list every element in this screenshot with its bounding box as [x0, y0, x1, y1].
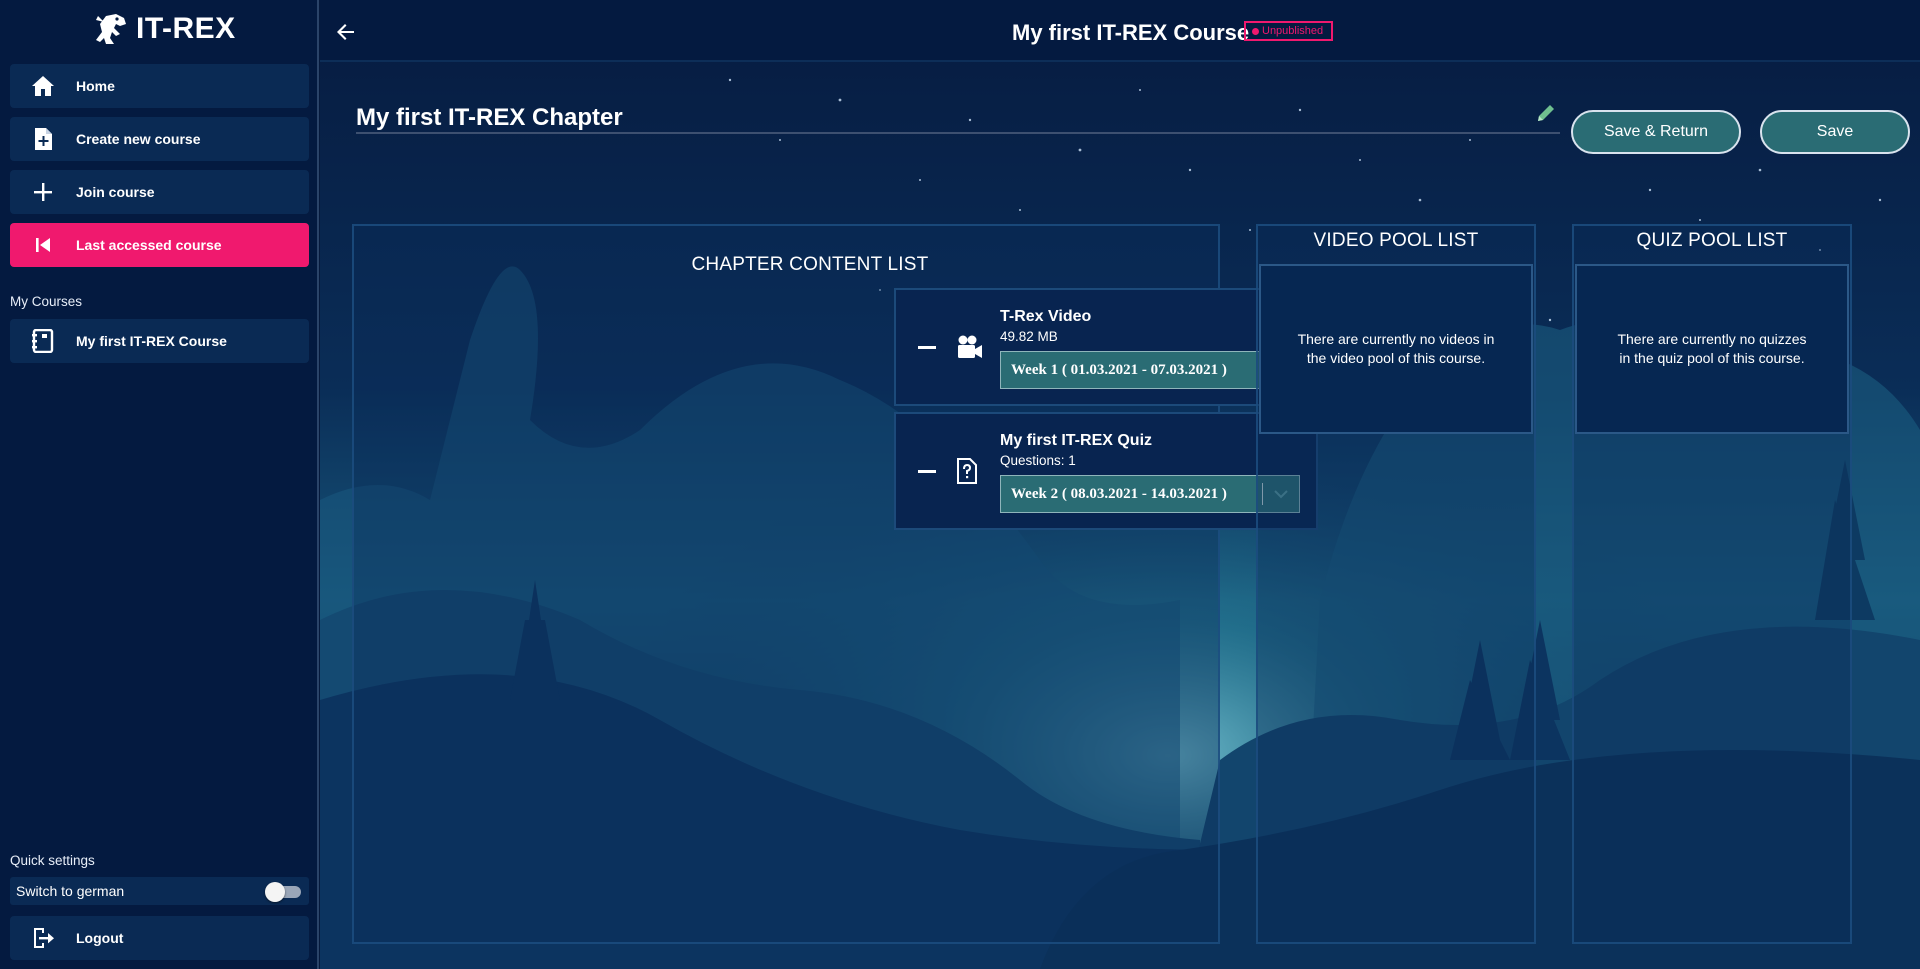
plus-icon [10, 183, 76, 201]
language-toggle-row: Switch to german [10, 877, 309, 905]
logout-button[interactable]: Logout [10, 916, 309, 960]
content-item-questions: Questions: 1 [1000, 453, 1076, 468]
week-select-value: Week 1 ( 01.03.2021 - 07.03.2021 ) [1011, 361, 1227, 378]
nav-join-course[interactable]: Join course [10, 170, 309, 214]
video-camera-icon [956, 334, 984, 365]
content-item-name: My first IT-REX Quiz [1000, 432, 1153, 449]
toggle-knob [265, 882, 285, 902]
video-pool-empty-message: There are currently no videos in the vid… [1297, 331, 1495, 366]
save-button[interactable]: Save [1760, 110, 1910, 154]
course-item-label: My first IT-REX Course [76, 333, 227, 349]
chapter-content-list-title: CHAPTER CONTENT LIST [691, 254, 929, 275]
course-title: My first IT-REX Course [1012, 20, 1250, 45]
week-select[interactable]: Week 1 ( 01.03.2021 - 07.03.2021 ) [1000, 351, 1300, 389]
course-item-my-first-it-rex-course[interactable]: My first IT-REX Course [10, 319, 309, 363]
chapter-title[interactable]: My first IT-REX Chapter [356, 104, 623, 132]
status-badge: Unpublished [1244, 21, 1334, 41]
week-select[interactable]: Week 2 ( 08.03.2021 - 14.03.2021 ) [1000, 475, 1300, 513]
video-pool-empty-box: There are currently no videos in the vid… [1259, 264, 1533, 434]
chapter-title-underline [356, 132, 1560, 134]
notebook-icon [10, 329, 76, 353]
sidebar: IT-REX Home Create new course Join cours… [0, 0, 319, 969]
content-item-video[interactable]: T-Rex Video 49.82 MB Week 1 ( 01.03.2021… [894, 288, 1318, 406]
nav-create-course[interactable]: Create new course [10, 117, 309, 161]
brand-name: IT-REX [136, 12, 236, 45]
save-and-return-button[interactable]: Save & Return [1571, 110, 1741, 154]
nav-home[interactable]: Home [10, 64, 309, 108]
pencil-edit-icon[interactable] [1535, 102, 1557, 124]
quick-settings-heading: Quick settings [10, 853, 95, 868]
video-pool-list-title: VIDEO POOL LIST [1313, 230, 1479, 251]
home-icon [10, 75, 76, 97]
content-item-name: T-Rex Video [1000, 308, 1092, 325]
logout-label: Logout [76, 930, 124, 946]
trex-logo-icon [96, 14, 126, 44]
skip-back-icon [10, 237, 76, 253]
week-select-value: Week 2 ( 08.03.2021 - 14.03.2021 ) [1011, 485, 1227, 502]
brand-logo[interactable]: IT-REX [90, 10, 236, 48]
remove-item-button[interactable] [918, 346, 936, 349]
nav-last-accessed-label: Last accessed course [76, 237, 222, 253]
content-item-size: 49.82 MB [1000, 329, 1058, 344]
top-bar: My first IT-REX Course Unpublished [320, 0, 1920, 62]
remove-item-button[interactable] [918, 470, 936, 473]
logout-icon [10, 927, 76, 949]
chapter-editor: My first IT-REX Course Unpublished My fi… [320, 0, 1920, 969]
quiz-file-icon [956, 458, 978, 489]
nav-home-label: Home [76, 78, 115, 94]
language-toggle-label: Switch to german [16, 883, 125, 899]
language-toggle-switch[interactable] [265, 881, 303, 902]
quiz-pool-empty-box: There are currently no quizzes in the qu… [1575, 264, 1849, 434]
back-arrow-icon[interactable] [334, 20, 358, 44]
quiz-pool-empty-message: There are currently no quizzes in the qu… [1617, 331, 1807, 366]
nav-last-accessed-course[interactable]: Last accessed course [10, 223, 309, 267]
content-item-quiz[interactable]: My first IT-REX Quiz Questions: 1 Week 2… [894, 412, 1318, 530]
quiz-pool-list-title: QUIZ POOL LIST [1636, 230, 1788, 251]
my-courses-heading: My Courses [10, 294, 83, 309]
status-text: Unpublished [1262, 25, 1324, 37]
nav-create-course-label: Create new course [76, 131, 201, 147]
nav-join-course-label: Join course [76, 184, 155, 200]
status-dot-icon [1252, 27, 1259, 35]
file-plus-icon [10, 127, 76, 151]
